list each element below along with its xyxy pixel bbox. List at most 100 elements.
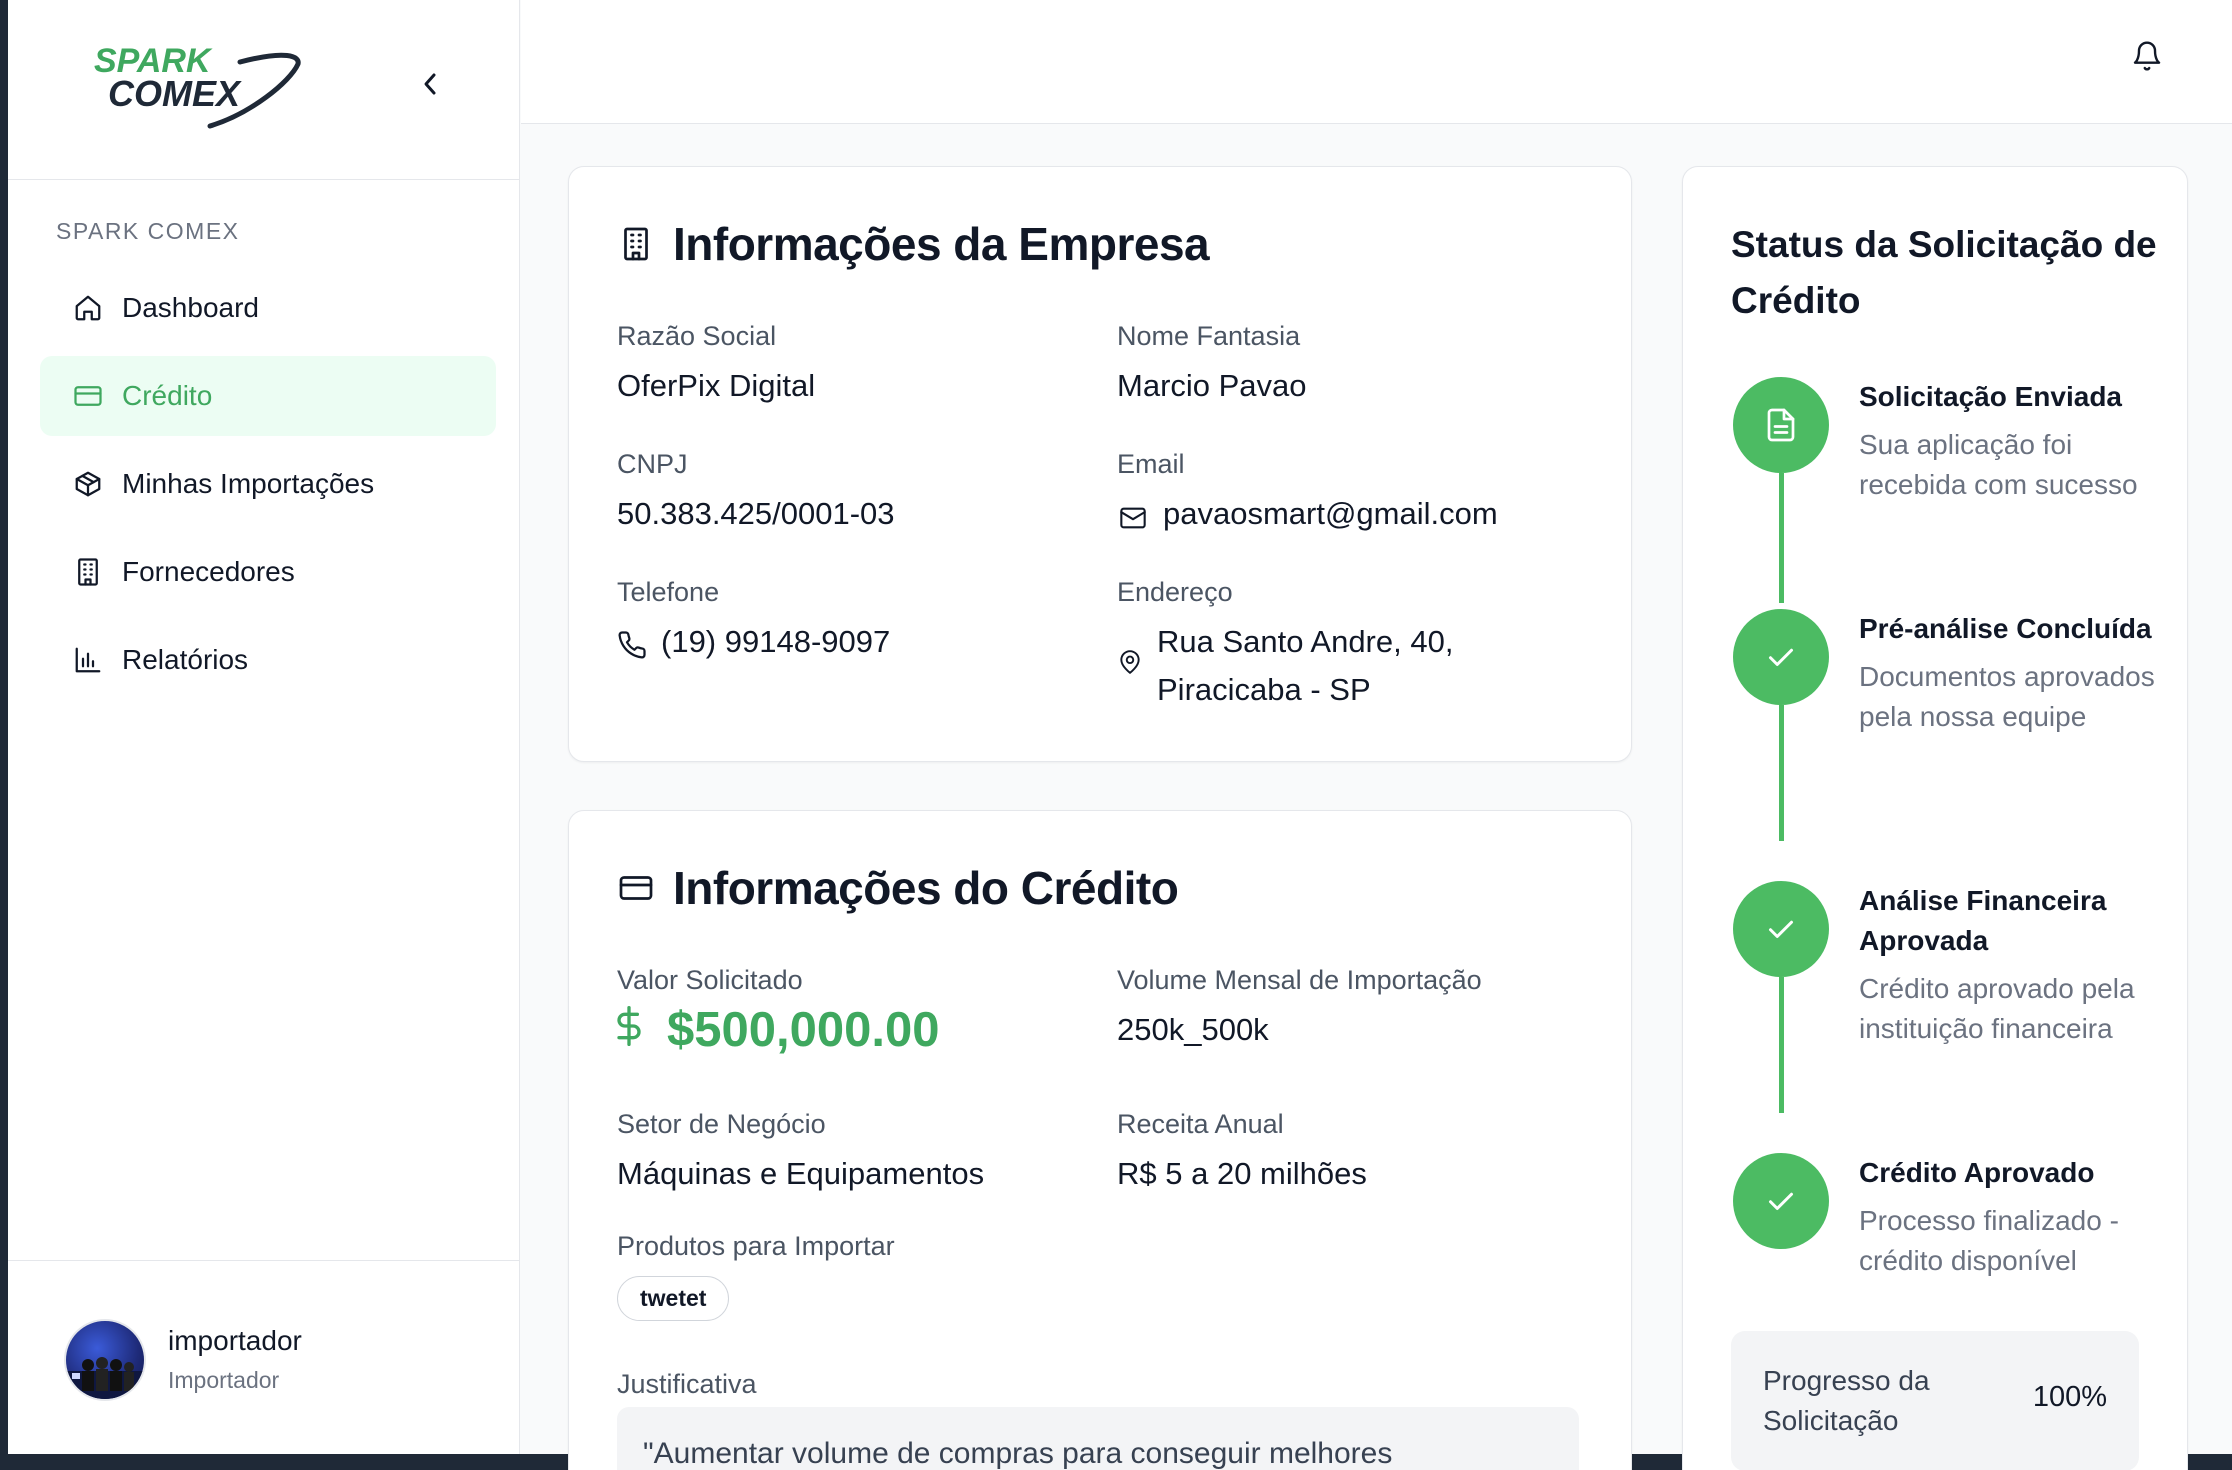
sidebar-item-credito[interactable]: Crédito xyxy=(40,356,496,436)
email-label: Email xyxy=(1117,449,1185,479)
razao-social-field: Razão Social OferPix Digital xyxy=(617,321,815,410)
endereco-line-1: Rua Santo Andre, 40, xyxy=(1157,624,1454,659)
user-name: importador xyxy=(168,1325,302,1356)
step-4-title: Crédito Aprovado xyxy=(1859,1157,2095,1188)
nome-fantasia-label: Nome Fantasia xyxy=(1117,321,1301,351)
phone-icon xyxy=(617,626,647,674)
setor-negocio-label: Setor de Negócio xyxy=(617,1109,826,1139)
bar-chart-icon xyxy=(72,644,104,676)
credit-status-card: Status da Solicitação de Crédito Solicit… xyxy=(1682,166,2188,1470)
email-field: Email pavaosmart@gmail.com xyxy=(1117,449,1498,546)
notifications-button[interactable] xyxy=(2127,36,2167,76)
check-icon xyxy=(1769,648,1793,666)
package-icon xyxy=(72,468,104,500)
endereco-line-2: Piracicaba - SP xyxy=(1157,672,1371,707)
step-3-description: Crédito aprovado pela instituição financ… xyxy=(1859,973,2135,1044)
user-profile[interactable]: importador Importador xyxy=(8,1260,520,1454)
sidebar-item-label: Relatórios xyxy=(122,644,249,675)
endereco-label: Endereço xyxy=(1117,577,1233,607)
credit-card-icon xyxy=(72,380,104,412)
razao-social-value: OferPix Digital xyxy=(617,368,816,403)
valor-solicitado-value: $500,000.00 xyxy=(667,1003,940,1057)
telefone-value[interactable]: (19) 99148-9097 xyxy=(661,618,890,666)
check-icon xyxy=(1769,920,1793,938)
credit-info-card: Informações do Crédito Valor Solicitado … xyxy=(568,810,1632,1470)
setor-negocio-value: Máquinas e Equipamentos xyxy=(617,1156,985,1191)
spark-comex-logo[interactable]: SPARK COMEX xyxy=(90,42,306,132)
step-2-indicator xyxy=(1733,609,1829,705)
valor-solicitado-label: Valor Solicitado xyxy=(617,965,803,995)
cnpj-value: 50.383.425/0001-03 xyxy=(617,496,895,531)
step-1-indicator xyxy=(1733,377,1829,473)
credit-status-title: Status da Solicitação de Crédito xyxy=(1731,224,2157,321)
bell-icon xyxy=(2133,41,2161,71)
logo-area: SPARK COMEX xyxy=(8,0,520,180)
cnpj-label: CNPJ xyxy=(617,449,688,479)
building-icon xyxy=(72,556,104,588)
telefone-label: Telefone xyxy=(617,577,720,607)
telefone-field: Telefone (19) 99148-9097 xyxy=(617,577,890,674)
step-connector xyxy=(1779,473,1784,603)
email-value[interactable]: pavaosmart@gmail.com xyxy=(1163,490,1498,538)
step-connector xyxy=(1779,705,1784,841)
step-2-title: Pré-análise Concluída xyxy=(1859,613,2152,644)
step-4: Crédito Aprovado Processo finalizado - c… xyxy=(1859,1153,2179,1281)
nome-fantasia-value: Marcio Pavao xyxy=(1117,368,1307,403)
collapse-sidebar-button[interactable] xyxy=(412,64,448,104)
dollar-icon xyxy=(617,1002,641,1058)
progress-box: Progresso da Solicitação 100% xyxy=(1731,1331,2139,1470)
valor-solicitado-row: $500,000.00 xyxy=(617,1002,940,1058)
credit-info-title: Informações do Crédito xyxy=(673,862,1179,914)
map-pin-icon xyxy=(1117,642,1143,690)
setor-negocio-field: Setor de Negócio Máquinas e Equipamentos xyxy=(617,1109,984,1198)
volume-mensal-value: 250k_500k xyxy=(1117,1012,1269,1047)
chevron-left-icon xyxy=(424,73,436,95)
justificativa-label: Justificativa xyxy=(617,1369,757,1399)
endereco-value: Rua Santo Andre, 40, Piracicaba - SP xyxy=(1157,618,1453,714)
receita-anual-value: R$ 5 a 20 milhões xyxy=(1117,1156,1367,1191)
app: SPARK COMEX SPARK COMEX Dashboard Crédit… xyxy=(0,0,2232,1470)
nome-fantasia-field: Nome Fantasia Marcio Pavao xyxy=(1117,321,1307,410)
volume-mensal-field: Volume Mensal de Importação 250k_500k xyxy=(1117,965,1482,1054)
receita-anual-field: Receita Anual R$ 5 a 20 milhões xyxy=(1117,1109,1367,1198)
home-icon xyxy=(72,292,104,324)
email-value-row: pavaosmart@gmail.com xyxy=(1117,490,1498,546)
sidebar-item-label: Dashboard xyxy=(122,292,259,323)
check-icon xyxy=(1769,1192,1793,1210)
product-tag: twetet xyxy=(617,1276,730,1321)
sidebar: SPARK COMEX SPARK COMEX Dashboard Crédit… xyxy=(8,0,520,1454)
step-1-title: Solicitação Enviada xyxy=(1859,381,2122,412)
step-3-title: Análise Financeira Aprovada xyxy=(1859,885,2107,956)
sidebar-item-fornecedores[interactable]: Fornecedores xyxy=(40,532,496,612)
sidebar-item-label: Minhas Importações xyxy=(122,468,375,499)
sidebar-item-relatorios[interactable]: Relatórios xyxy=(40,620,496,700)
user-role: Importador xyxy=(168,1367,280,1393)
cnpj-field: CNPJ 50.383.425/0001-03 xyxy=(617,449,895,538)
sidebar-item-label: Fornecedores xyxy=(122,556,295,587)
sidebar-item-label: Crédito xyxy=(122,380,213,411)
avatar[interactable] xyxy=(64,1319,146,1401)
company-info-card: Informações da Empresa Razão Social Ofer… xyxy=(568,166,1632,762)
step-2: Pré-análise Concluída Documentos aprovad… xyxy=(1859,609,2179,737)
credit-card-icon xyxy=(617,869,655,907)
step-1: Solicitação Enviada Sua aplicação foi re… xyxy=(1859,377,2179,505)
produtos-field: Produtos para Importar twetet xyxy=(617,1231,895,1321)
step-1-description: Sua aplicação foi recebida com sucesso xyxy=(1859,429,2138,500)
produtos-label: Produtos para Importar xyxy=(617,1231,895,1261)
telefone-value-row: (19) 99148-9097 xyxy=(617,618,890,674)
sidebar-item-dashboard[interactable]: Dashboard xyxy=(40,268,496,348)
step-3: Análise Financeira Aprovada Crédito apro… xyxy=(1859,881,2179,1049)
sidebar-item-minhas-importacoes[interactable]: Minhas Importações xyxy=(40,444,496,524)
valor-solicitado-field: Valor Solicitado $500,000.00 xyxy=(617,965,940,1058)
step-4-description: Processo finalizado - crédito disponível xyxy=(1859,1205,2119,1276)
justificativa-box: "Aumentar volume de compras para consegu… xyxy=(617,1407,1579,1470)
progress-label: Progresso da Solicitação xyxy=(1763,1365,1930,1436)
razao-social-label: Razão Social xyxy=(617,321,777,351)
company-info-header: Informações da Empresa xyxy=(617,217,1210,271)
sidebar-section-title: SPARK COMEX xyxy=(56,218,240,244)
credit-info-header: Informações do Crédito xyxy=(617,861,1179,915)
window-edge xyxy=(0,0,8,1470)
justificativa-value: "Aumentar volume de compras para consegu… xyxy=(643,1437,1393,1470)
company-info-title: Informações da Empresa xyxy=(673,218,1210,270)
svg-text:COMEX: COMEX xyxy=(108,73,242,114)
